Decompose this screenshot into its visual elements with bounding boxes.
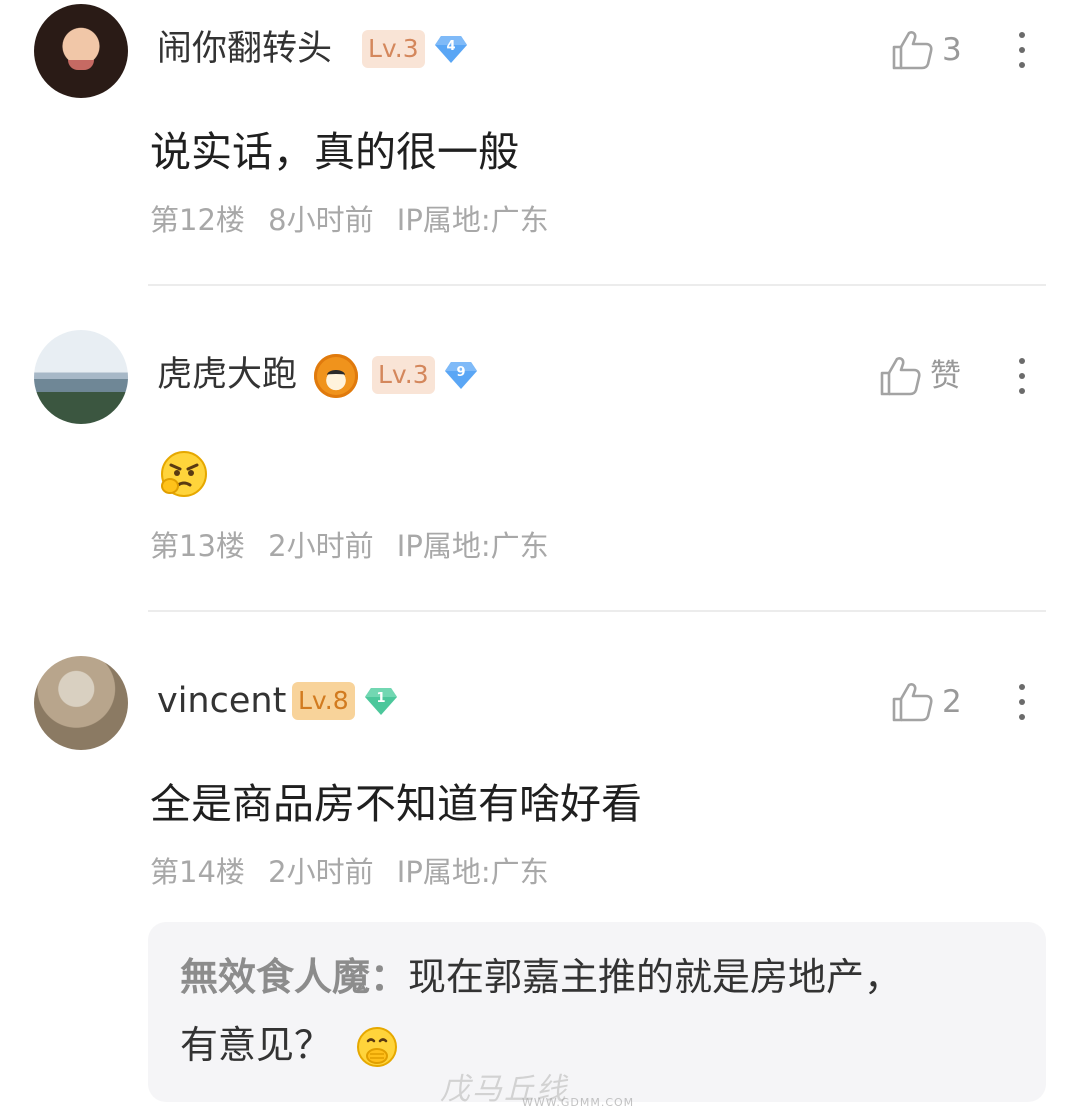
level-badge: Lv.3 (372, 356, 435, 394)
comment-text: 全是商品房不知道有啥好看 (150, 780, 642, 828)
avatar[interactable] (34, 4, 128, 98)
thumbs-up-icon (892, 683, 933, 722)
like-count: 2 (942, 684, 962, 720)
like-count: 3 (942, 32, 962, 68)
angry-thinking-emoji-icon (158, 450, 208, 500)
comment-list: 闹你翻转头 Lv.3 4 3 说实话，真的很一般 第12楼 8小时前 IP属地:… (0, 0, 1079, 1112)
comment-meta: 第13楼 2小时前 IP属地:广东 (150, 526, 563, 566)
level-badge: Lv.8 (292, 682, 355, 720)
thumbs-up-icon (892, 31, 933, 70)
like-label: 赞 (930, 358, 961, 394)
tiger-face-icon (314, 354, 358, 398)
username[interactable]: vincent (157, 676, 286, 726)
more-options-icon[interactable] (1008, 680, 1036, 724)
gem-badge-icon: 4 (434, 34, 468, 64)
timestamp: 2小时前 (268, 855, 374, 889)
floor-number: 第12楼 (150, 203, 245, 237)
divider (148, 610, 1046, 612)
ip-location: IP属地:广东 (396, 529, 549, 563)
reply-text: 现在郭嘉主推的就是房地产， (408, 955, 903, 999)
like-button[interactable]: 3 (890, 26, 962, 74)
like-button[interactable]: 赞 (878, 352, 961, 400)
cover-mouth-emoji-icon (356, 1026, 398, 1068)
floor-number: 第14楼 (150, 855, 245, 889)
reply-separator: ： (370, 955, 409, 999)
username[interactable]: 闹你翻转头 (157, 24, 332, 74)
gem-badge-icon: 1 (364, 686, 398, 716)
ip-location: IP属地:广东 (396, 855, 549, 889)
divider (148, 284, 1046, 286)
ip-location: IP属地:广东 (396, 203, 549, 237)
timestamp: 2小时前 (268, 529, 374, 563)
thumbs-up-icon (880, 357, 921, 396)
more-options-icon[interactable] (1008, 354, 1036, 398)
gem-level-number: 9 (456, 365, 466, 380)
avatar[interactable] (34, 656, 128, 750)
timestamp: 8小时前 (268, 203, 374, 237)
username[interactable]: 虎虎大跑 (157, 350, 297, 400)
gem-level-number: 1 (376, 691, 386, 706)
reply-preview[interactable]: 無效食人魔：现在郭嘉主推的就是房地产， 有意见？ (148, 922, 1046, 1102)
reply-author[interactable]: 無效食人魔 (180, 955, 370, 999)
gem-badge-icon: 9 (444, 360, 478, 390)
floor-number: 第13楼 (150, 529, 245, 563)
comment-text: 说实话，真的很一般 (150, 128, 519, 176)
watermark-url: WWW.GDMM.COM (522, 1096, 635, 1109)
more-options-icon[interactable] (1008, 28, 1036, 72)
comment-meta: 第12楼 8小时前 IP属地:广东 (150, 200, 563, 240)
level-badge: Lv.3 (362, 30, 425, 68)
like-button[interactable]: 2 (890, 678, 962, 726)
comment-meta: 第14楼 2小时前 IP属地:广东 (150, 852, 563, 892)
gem-level-number: 4 (446, 39, 456, 54)
avatar[interactable] (34, 330, 128, 424)
reply-line: 無效食人魔：现在郭嘉主推的就是房地产， (180, 950, 902, 1004)
reply-text-line2: 有意见？ (180, 1023, 333, 1067)
